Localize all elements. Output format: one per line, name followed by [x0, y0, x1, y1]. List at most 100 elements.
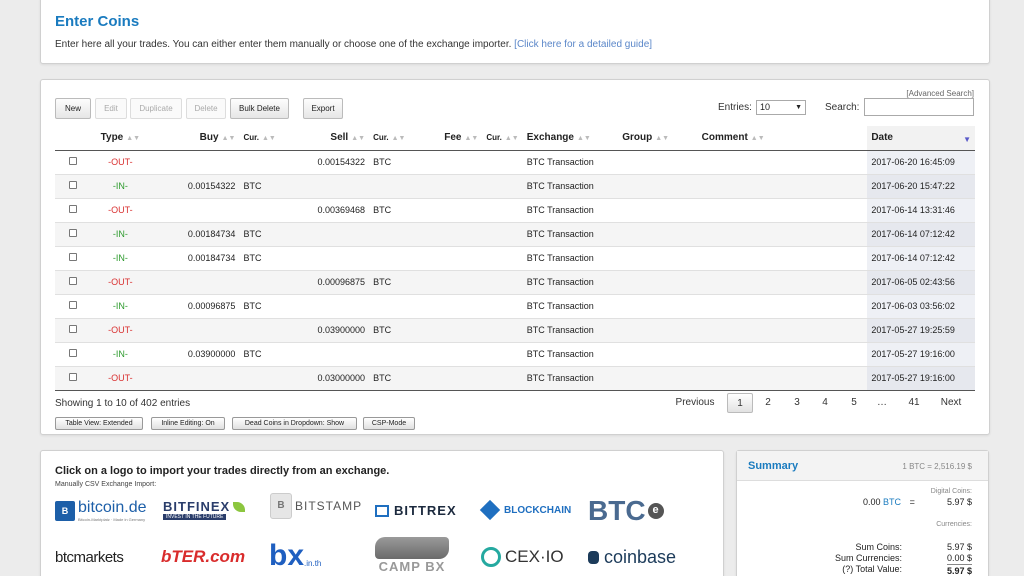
checkbox[interactable] [68, 157, 77, 165]
cell-sell[interactable] [279, 246, 370, 271]
cell-fee[interactable] [412, 294, 483, 319]
btc-currency-link[interactable]: BTC [883, 497, 901, 507]
cell-group[interactable] [618, 270, 698, 295]
bitstamp-logo[interactable]: B BITSTAMP [270, 493, 362, 519]
cell-fee-cur[interactable] [482, 246, 523, 271]
cell-group[interactable] [618, 174, 698, 199]
table-row[interactable]: -IN- 0.03900000 BTC BTC Transaction 2017-05-… [55, 342, 975, 367]
cell-fee[interactable] [412, 270, 483, 295]
coinbase-logo[interactable]: coinbase [588, 547, 676, 568]
checkbox[interactable] [68, 373, 77, 381]
cell-sell[interactable] [279, 222, 370, 247]
cell-group[interactable] [618, 246, 698, 271]
cell-buy-cur[interactable]: BTC [239, 246, 280, 271]
column-header-buy[interactable]: Buy ▲▼ [150, 126, 240, 151]
cell-sell-cur[interactable] [369, 294, 413, 319]
table-view-toggle[interactable]: Table View: Extended [55, 417, 143, 430]
cell-type[interactable]: -OUT- [90, 198, 151, 223]
row-checkbox[interactable] [55, 294, 91, 319]
row-checkbox[interactable] [55, 270, 91, 295]
cell-comment[interactable] [697, 318, 868, 343]
cell-comment[interactable] [697, 222, 868, 247]
row-checkbox[interactable] [55, 342, 91, 367]
cell-buy-cur[interactable] [239, 270, 280, 295]
table-row[interactable]: -IN- 0.00184734 BTC BTC Transaction 2017-06-… [55, 222, 975, 247]
edit-button[interactable]: Edit [95, 98, 127, 119]
cell-date[interactable]: 2017-05-27 19:25:59 [867, 318, 975, 343]
cell-sell-cur[interactable]: BTC [369, 318, 413, 343]
cell-fee-cur[interactable] [482, 150, 523, 175]
advanced-search-link[interactable]: [Advanced Search] [906, 89, 974, 98]
cell-buy[interactable] [150, 366, 240, 391]
cell-fee[interactable] [412, 222, 483, 247]
column-header-exchange[interactable]: Exchange ▲▼ [522, 126, 619, 151]
cell-date[interactable]: 2017-06-14 07:12:42 [867, 222, 975, 247]
cell-buy[interactable]: 0.00184734 [150, 222, 240, 247]
cell-fee[interactable] [412, 174, 483, 199]
cell-sell-cur[interactable]: BTC [369, 270, 413, 295]
cell-comment[interactable] [697, 150, 868, 175]
row-checkbox[interactable] [55, 222, 91, 247]
export-button[interactable]: Export [303, 98, 343, 119]
entries-select[interactable]: 10 ▼ [756, 100, 806, 115]
cell-group[interactable] [618, 342, 698, 367]
cell-buy-cur[interactable]: BTC [239, 342, 280, 367]
cell-fee-cur[interactable] [482, 270, 523, 295]
cell-fee-cur[interactable] [482, 294, 523, 319]
cell-sell[interactable]: 0.03000000 [279, 366, 370, 391]
cell-comment[interactable] [697, 246, 868, 271]
new-button[interactable]: New [55, 98, 91, 119]
delete-button[interactable]: Delete [186, 98, 226, 119]
cell-comment[interactable] [697, 174, 868, 199]
cell-exchange[interactable]: BTC Transaction [522, 342, 619, 367]
row-checkbox[interactable] [55, 198, 91, 223]
cell-sell[interactable]: 0.00154322 [279, 150, 370, 175]
cell-buy-cur[interactable]: BTC [239, 174, 280, 199]
column-header-sell[interactable]: Sell ▲▼ [279, 126, 370, 151]
cell-group[interactable] [618, 366, 698, 391]
pagination-page-1[interactable]: 1 [727, 393, 753, 413]
cell-exchange[interactable]: BTC Transaction [522, 174, 619, 199]
row-checkbox[interactable] [55, 318, 91, 343]
cell-date[interactable]: 2017-06-05 02:43:56 [867, 270, 975, 295]
cell-fee-cur[interactable] [482, 222, 523, 247]
cell-exchange[interactable]: BTC Transaction [522, 198, 619, 223]
pagination-next[interactable]: Next [933, 393, 969, 413]
pagination-previous[interactable]: Previous [671, 393, 719, 413]
bitcoin-de-logo[interactable]: B bitcoin.de Bitcoin-Marktplatz · Made i… [55, 499, 147, 522]
cell-group[interactable] [618, 198, 698, 223]
cell-comment[interactable] [697, 198, 868, 223]
btcmarkets-logo[interactable]: btcmarkets [55, 549, 124, 566]
cell-buy[interactable]: 0.00096875 [150, 294, 240, 319]
cell-exchange[interactable]: BTC Transaction [522, 366, 619, 391]
cell-buy[interactable]: 0.03900000 [150, 342, 240, 367]
checkbox[interactable] [68, 349, 77, 357]
column-header-fee[interactable]: Fee ▲▼ [412, 126, 483, 151]
cell-fee-cur[interactable] [482, 318, 523, 343]
cell-group[interactable] [618, 294, 698, 319]
cell-type[interactable]: -IN- [90, 246, 151, 271]
cell-fee[interactable] [412, 246, 483, 271]
duplicate-button[interactable]: Duplicate [130, 98, 182, 119]
cell-sell-cur[interactable]: BTC [369, 198, 413, 223]
guide-link[interactable]: [Click here for a detailed guide] [514, 39, 652, 50]
cexio-logo[interactable]: CEX·IO [481, 547, 564, 567]
pagination-page-2[interactable]: 2 [757, 393, 779, 413]
bulk-delete-button[interactable]: Bulk Delete [230, 98, 289, 119]
cell-buy-cur[interactable] [239, 150, 280, 175]
checkbox[interactable] [68, 229, 77, 237]
dead-coins-toggle[interactable]: Dead Coins in Dropdown: Show [232, 417, 357, 430]
cell-fee-cur[interactable] [482, 342, 523, 367]
cell-fee[interactable] [412, 198, 483, 223]
table-row[interactable]: -IN- 0.00096875 BTC BTC Transaction 2017-06-… [55, 294, 975, 319]
column-header-fee-cur[interactable]: Cur. ▲▼ [482, 126, 523, 151]
cell-fee[interactable] [412, 318, 483, 343]
checkbox[interactable] [68, 325, 77, 333]
cell-buy-cur[interactable] [239, 366, 280, 391]
pagination-page-5[interactable]: 5 [843, 393, 865, 413]
cell-buy[interactable] [150, 270, 240, 295]
cell-type[interactable]: -OUT- [90, 150, 151, 175]
cell-exchange[interactable]: BTC Transaction [522, 294, 619, 319]
cell-sell-cur[interactable] [369, 246, 413, 271]
cell-fee-cur[interactable] [482, 198, 523, 223]
